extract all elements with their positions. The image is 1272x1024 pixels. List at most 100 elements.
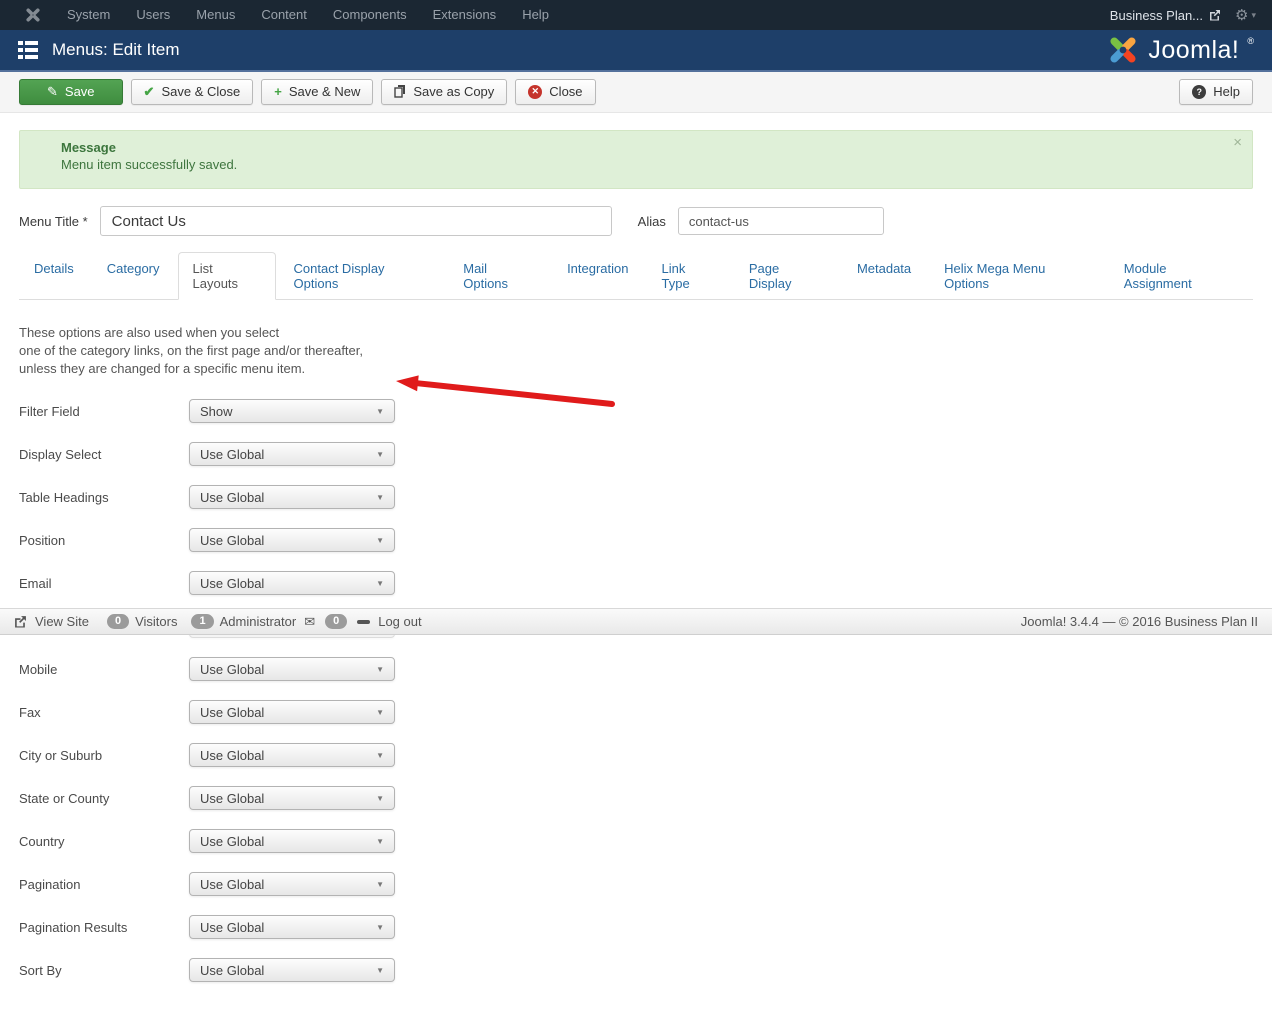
state-or-county-select[interactable]: Use Global▼: [189, 786, 395, 810]
title-alias-row: Menu Title * Alias: [19, 206, 1253, 236]
caret-down-icon: ▼: [376, 493, 384, 502]
selected-value: Use Global: [200, 834, 264, 849]
success-message-box: Message Menu item successfully saved. ×: [19, 130, 1253, 189]
save-icon: ✎: [47, 85, 58, 98]
logout-icon: [357, 620, 370, 624]
save-new-button[interactable]: +Save & New: [261, 79, 373, 105]
save-close-button[interactable]: ✔Save & Close: [131, 79, 254, 105]
caret-down-icon: ▼: [376, 923, 384, 932]
city-or-suburb-label: City or Suburb: [19, 748, 189, 763]
selected-value: Show: [200, 404, 233, 419]
help-button[interactable]: ? Help: [1179, 79, 1253, 105]
field-row-country: CountryUse Global▼: [19, 829, 1253, 853]
tab-helix-mega-menu-options[interactable]: Helix Mega Menu Options: [929, 252, 1106, 300]
logout-link[interactable]: Log out: [378, 614, 421, 629]
save-as-copy-button[interactable]: Save as Copy: [381, 79, 507, 105]
alias-label: Alias: [638, 214, 666, 229]
messages-icon: ✉: [304, 614, 315, 630]
tab-list-layouts[interactable]: List Layouts: [178, 252, 276, 300]
field-row-mobile: MobileUse Global▼: [19, 657, 1253, 681]
field-row-city-or-suburb: City or Suburb Use Global ▼: [19, 743, 1253, 767]
action-toolbar: ✎Save ✔Save & Close +Save & New Save as Cop…: [0, 72, 1272, 113]
topbar-menu-extensions[interactable]: Extensions: [420, 0, 510, 30]
topbar-menu-content[interactable]: Content: [248, 0, 320, 30]
admin-menu-bar: SystemUsersMenusContentComponentsExtensi…: [54, 0, 562, 30]
tab-link-type[interactable]: Link Type: [647, 252, 731, 300]
message-body: Menu item successfully saved.: [61, 157, 1222, 172]
caret-down-icon: ▼: [376, 751, 384, 760]
tab-page-display[interactable]: Page Display: [734, 252, 839, 300]
tab-metadata[interactable]: Metadata: [842, 252, 926, 300]
joomla-logo-text: Joomla!: [1148, 36, 1239, 65]
save-button[interactable]: ✎Save: [19, 79, 123, 105]
field-row-state-or-county: State or CountyUse Global▼: [19, 786, 1253, 810]
menu-title-label: Menu Title *: [19, 214, 88, 229]
list-layouts-panel: These options are also used when you sel…: [19, 324, 1253, 982]
close-icon[interactable]: ×: [1233, 135, 1242, 150]
check-icon: ✔: [144, 85, 155, 98]
tab-category[interactable]: Category: [92, 252, 175, 300]
pagination-select[interactable]: Use Global▼: [189, 872, 395, 896]
description-line: one of the category links, on the first …: [19, 342, 1253, 360]
fax-select[interactable]: Use Global▼: [189, 700, 395, 724]
field-row-fax: FaxUse Global▼: [19, 700, 1253, 724]
tab-integration[interactable]: Integration: [552, 252, 643, 300]
selected-value: Use Global: [200, 963, 264, 978]
selected-value: Use Global: [200, 791, 264, 806]
joomla-x-icon: [24, 6, 42, 24]
settings-menu[interactable]: ⚙ ▾: [1235, 6, 1256, 24]
edit-item-tabs: DetailsCategoryList LayoutsContact Displ…: [19, 251, 1253, 300]
field-row-pagination: PaginationUse Global▼: [19, 872, 1253, 896]
topbar-menu-help[interactable]: Help: [509, 0, 562, 30]
topbar-menu-system[interactable]: System: [54, 0, 123, 30]
pagination-results-select[interactable]: Use Global▼: [189, 915, 395, 939]
topbar-menu-components[interactable]: Components: [320, 0, 420, 30]
page-title: Menus: Edit Item: [52, 40, 180, 60]
mobile-select[interactable]: Use Global▼: [189, 657, 395, 681]
country-select[interactable]: Use Global▼: [189, 829, 395, 853]
tab-contact-display-options[interactable]: Contact Display Options: [279, 252, 446, 300]
selected-value: Use Global: [200, 748, 264, 763]
selected-value: Use Global: [200, 662, 264, 677]
registered-mark: ®: [1247, 36, 1254, 46]
menu-title-input[interactable]: [100, 206, 612, 236]
gear-icon: ⚙: [1235, 6, 1248, 24]
visitors-count-badge: 0: [107, 614, 129, 629]
tab-details[interactable]: Details: [19, 252, 89, 300]
joomla-x-color-icon: [1106, 33, 1140, 67]
email-label: Email: [19, 576, 189, 591]
joomla-logo: Joomla! ®: [1106, 33, 1254, 67]
alias-input[interactable]: [678, 207, 884, 235]
administrator-link[interactable]: Administrator: [220, 614, 297, 629]
message-title: Message: [61, 140, 1222, 155]
caret-down-icon: ▼: [376, 708, 384, 717]
pagination-results-label: Pagination Results: [19, 920, 189, 935]
admin-count-badge: 1: [191, 614, 213, 629]
topbar-menu-menus[interactable]: Menus: [183, 0, 248, 30]
table-headings-select[interactable]: Use Global ▼: [189, 485, 395, 509]
city-or-suburb-select[interactable]: Use Global ▼: [189, 743, 395, 767]
selected-value: Use Global: [200, 490, 264, 505]
selected-value: Use Global: [200, 576, 264, 591]
email-select[interactable]: Use Global▼: [189, 571, 395, 595]
site-preview-link[interactable]: Business Plan...: [1110, 8, 1221, 23]
display-select-select[interactable]: Use Global▼: [189, 442, 395, 466]
topbar-menu-users[interactable]: Users: [123, 0, 183, 30]
caret-down-icon: ▼: [376, 407, 384, 416]
selected-value: Use Global: [200, 533, 264, 548]
sort-by-select[interactable]: Use Global▼: [189, 958, 395, 982]
tab-module-assignment[interactable]: Module Assignment: [1109, 252, 1250, 300]
admin-status-bar: View Site 0 Visitors 1 Administrator ✉ 0…: [0, 608, 1272, 635]
fax-label: Fax: [19, 705, 189, 720]
filter-field-select[interactable]: Show ▼: [189, 399, 395, 423]
position-select[interactable]: Use Global▼: [189, 528, 395, 552]
country-label: Country: [19, 834, 189, 849]
position-label: Position: [19, 533, 189, 548]
tab-mail-options[interactable]: Mail Options: [448, 252, 549, 300]
caret-down-icon: ▼: [376, 880, 384, 889]
close-button[interactable]: ✕Close: [515, 79, 595, 105]
view-site-link[interactable]: View Site: [35, 614, 89, 629]
plus-icon: +: [274, 85, 282, 98]
menu-list-icon: [18, 41, 38, 59]
page-header-bar: Menus: Edit Item Joomla! ®: [0, 30, 1272, 72]
